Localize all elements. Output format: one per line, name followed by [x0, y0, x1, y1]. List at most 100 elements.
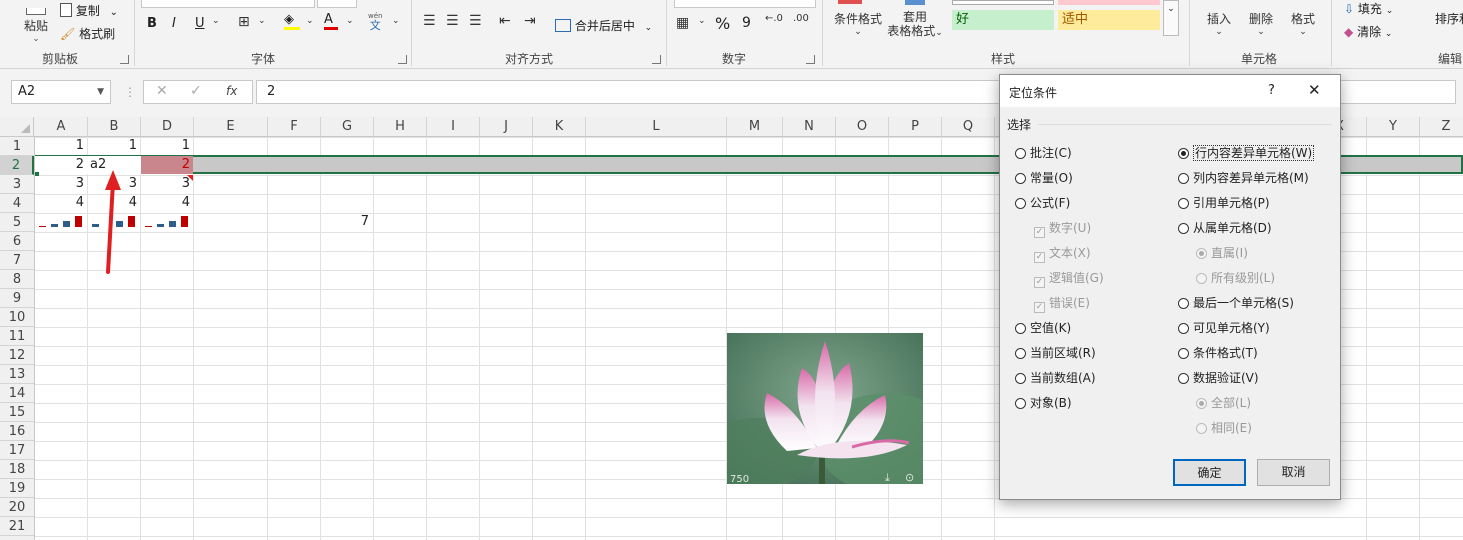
currency-icon[interactable]: ▦ — [676, 15, 689, 31]
option-formulas[interactable]: 公式(F) — [1015, 195, 1070, 211]
row-header[interactable]: 21 — [0, 517, 34, 536]
font-size-box[interactable] — [317, 0, 357, 8]
row-header[interactable]: 6 — [0, 232, 34, 251]
sort-filter-button[interactable]: 排序和 — [1435, 10, 1463, 27]
style-good[interactable]: 好 — [952, 10, 1054, 30]
column-header-d[interactable]: D — [141, 117, 194, 136]
ok-button[interactable]: 确定 — [1173, 459, 1246, 486]
chevron-down-icon[interactable]: ⌄ — [306, 16, 314, 26]
format-as-table-button[interactable]: 套用 表格格式⌄ — [882, 10, 948, 40]
column-header-f[interactable]: F — [268, 117, 321, 136]
row-header[interactable]: 1 — [0, 137, 34, 156]
fill-color-button[interactable]: ◈ — [284, 12, 300, 30]
paste-button[interactable]: 粘贴 ⌄ — [18, 8, 54, 44]
font-launcher[interactable] — [398, 55, 407, 64]
column-header-z[interactable]: Z — [1420, 117, 1463, 136]
row-header[interactable]: 14 — [0, 384, 34, 403]
cell-b1[interactable]: 1 — [88, 137, 141, 155]
row-header[interactable]: 8 — [0, 270, 34, 289]
conditional-format-button[interactable]: 条件格式 ⌄ — [830, 10, 886, 37]
column-header-e[interactable]: E — [194, 117, 268, 136]
column-header-i[interactable]: I — [427, 117, 480, 136]
row-header[interactable]: 12 — [0, 346, 34, 365]
align-right-icon[interactable]: ☰ — [469, 13, 482, 29]
row-header[interactable]: 4 — [0, 194, 34, 213]
row-header[interactable]: 20 — [0, 498, 34, 517]
fill-button[interactable]: ⇩ 填充 ⌄ — [1344, 0, 1393, 17]
option-column-differences[interactable]: 列内容差异单元格(M) — [1178, 170, 1309, 186]
row-header[interactable]: 15 — [0, 403, 34, 422]
option-blanks[interactable]: 空值(K) — [1015, 320, 1071, 336]
cancel-icon[interactable]: ✕ — [156, 83, 168, 99]
cell-d1[interactable]: 1 — [141, 137, 194, 155]
option-visible-cells[interactable]: 可见单元格(Y) — [1178, 320, 1270, 336]
decrease-decimal-icon[interactable]: .00 — [793, 13, 809, 24]
underline-button[interactable]: U — [195, 16, 205, 31]
row-header[interactable]: 11 — [0, 327, 34, 346]
chevron-down-icon[interactable]: ⌄ — [698, 16, 706, 26]
format-painter-button[interactable]: 🖌 格式刷 — [60, 25, 115, 42]
style-bad[interactable] — [1058, 0, 1160, 5]
style-normal[interactable] — [952, 0, 1054, 5]
column-header-y[interactable]: Y — [1367, 117, 1420, 136]
chevron-down-icon[interactable]: ⌄ — [258, 16, 266, 26]
option-constants[interactable]: 常量(O) — [1015, 170, 1073, 186]
drag-handle-icon[interactable]: ⋮ — [124, 85, 136, 99]
column-header-k[interactable]: K — [533, 117, 586, 136]
row-header[interactable]: 17 — [0, 441, 34, 460]
align-left-icon[interactable]: ☰ — [423, 13, 436, 29]
option-current-array[interactable]: 当前数组(A) — [1015, 370, 1096, 386]
option-data-validation[interactable]: 数据验证(V) — [1178, 370, 1259, 386]
row-header[interactable]: 5 — [0, 213, 34, 232]
row-header[interactable]: 7 — [0, 251, 34, 270]
cell-a3[interactable]: 3 — [35, 175, 88, 193]
option-last-cell[interactable]: 最后一个单元格(S) — [1178, 295, 1294, 311]
column-header-o[interactable]: O — [836, 117, 889, 136]
column-header-b[interactable]: B — [88, 117, 141, 136]
comma-button[interactable]: 9 — [742, 15, 751, 31]
column-header-q[interactable]: Q — [942, 117, 995, 136]
name-box[interactable]: A2 ▼ — [11, 80, 111, 104]
style-neutral[interactable]: 适中 — [1058, 10, 1160, 30]
styles-more-button[interactable]: ⌄ — [1163, 0, 1179, 36]
row-header[interactable]: 18 — [0, 460, 34, 479]
clear-button[interactable]: ◆ 清除 ⌄ — [1344, 23, 1392, 40]
option-row-differences[interactable]: 行内容差异单元格(W) — [1178, 145, 1315, 161]
option-current-region[interactable]: 当前区域(R) — [1015, 345, 1096, 361]
format-button[interactable]: 格式 ⌄ — [1286, 10, 1320, 37]
row-header-selected[interactable]: 2 — [0, 156, 34, 175]
chevron-down-icon[interactable]: ⌄ — [212, 16, 220, 26]
phonetic-button[interactable]: wén 文 — [368, 12, 382, 31]
lotus-picture[interactable]: 750 ⤓ ⊙ — [727, 333, 923, 484]
cell-d4[interactable]: 4 — [141, 194, 194, 212]
column-header-m[interactable]: M — [727, 117, 783, 136]
increase-indent-icon[interactable]: ⇥ — [524, 13, 536, 29]
close-icon[interactable]: ✕ — [1308, 81, 1321, 99]
column-header-p[interactable]: P — [889, 117, 942, 136]
font-color-button[interactable]: A — [324, 12, 338, 30]
option-dependents[interactable]: 从属单元格(D) — [1178, 220, 1272, 236]
border-icon[interactable]: ⊞ — [238, 14, 250, 30]
copy-button[interactable]: 复制 ⌄ — [60, 2, 118, 19]
font-name-box[interactable] — [141, 0, 315, 8]
option-precedents[interactable]: 引用单元格(P) — [1178, 195, 1270, 211]
cell-a2[interactable]: 2 — [35, 156, 88, 174]
help-button[interactable]: ? — [1268, 83, 1275, 98]
cell-a1[interactable]: 1 — [35, 137, 88, 155]
cell-d2[interactable]: 2 — [141, 156, 194, 174]
cell-g5[interactable]: 7 — [320, 213, 373, 231]
column-header-l[interactable]: L — [586, 117, 727, 136]
row-header[interactable]: 10 — [0, 308, 34, 327]
column-header-n[interactable]: N — [783, 117, 836, 136]
select-all-corner[interactable] — [0, 117, 34, 136]
italic-button[interactable]: I — [172, 16, 176, 31]
number-format-box[interactable] — [674, 0, 816, 8]
chevron-down-icon[interactable]: ⌄ — [346, 16, 354, 26]
row-header[interactable]: 3 — [0, 175, 34, 194]
clipboard-launcher[interactable] — [120, 55, 129, 64]
chevron-down-icon[interactable]: ⌄ — [392, 16, 400, 26]
insert-button[interactable]: 插入 ⌄ — [1202, 10, 1236, 37]
cell-a4[interactable]: 4 — [35, 194, 88, 212]
alignment-launcher[interactable] — [652, 55, 661, 64]
column-header-g[interactable]: G — [321, 117, 374, 136]
